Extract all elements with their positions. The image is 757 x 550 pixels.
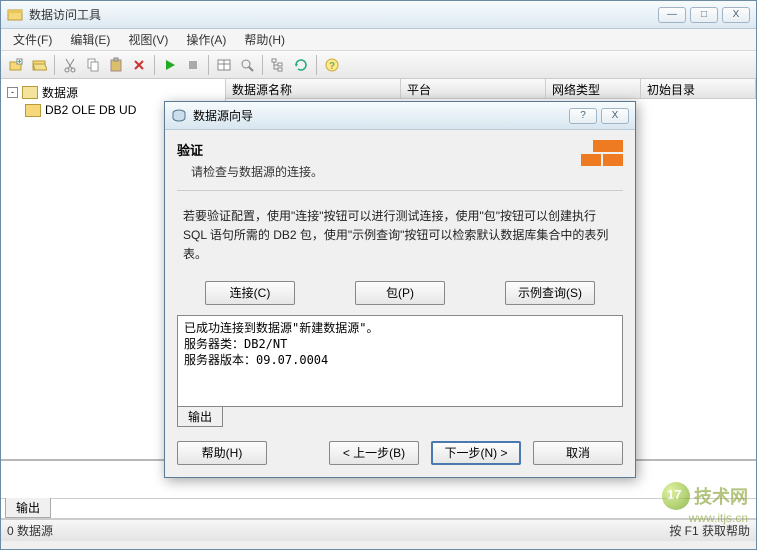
dialog-titlebar: 数据源向导 ? X [165,102,635,130]
toolbar-run-icon[interactable] [159,54,181,76]
bottom-tabs: 输出 [1,499,756,519]
svg-text:?: ? [329,61,335,72]
dialog-help-button[interactable]: ? [569,108,597,124]
window-controls: — □ X [658,7,750,23]
wizard-dialog: 数据源向导 ? X 验证 请检查与数据源的连接。 若要验证配置，使用"连接"按钮… [164,101,636,478]
statusbar: 0 数据源 按 F1 获取帮助 [1,519,756,541]
toolbar-stop-icon[interactable] [182,54,204,76]
window-title: 数据访问工具 [29,6,658,23]
grid-header: 数据源名称 平台 网络类型 初始目录 [226,79,756,99]
dialog-title: 数据源向导 [193,107,569,124]
menu-view[interactable]: 视图(V) [120,29,176,50]
toolbar: ? [1,51,756,79]
column-name[interactable]: 数据源名称 [226,79,401,98]
output-tab[interactable]: 输出 [177,406,223,427]
action-button-row: 连接(C) 包(P) 示例查询(S) [177,281,623,305]
package-button[interactable]: 包(P) [355,281,445,305]
toolbar-cut-icon[interactable] [59,54,81,76]
folder-open-icon [22,86,38,99]
cancel-button[interactable]: 取消 [533,441,623,465]
toolbar-help-icon[interactable]: ? [321,54,343,76]
dialog-description: 若要验证配置，使用"连接"按钮可以进行测试连接，使用"包"按钮可以创建执行 SQ… [177,191,623,275]
titlebar: 数据访问工具 — □ X [1,1,756,29]
tree-root-label: 数据源 [42,84,78,101]
tab-output[interactable]: 输出 [5,498,51,518]
toolbar-table-icon[interactable] [213,54,235,76]
help-button[interactable]: 帮助(H) [177,441,267,465]
column-nettype[interactable]: 网络类型 [546,79,641,98]
folder-icon [25,104,41,117]
toolbar-open-icon[interactable] [28,54,50,76]
toolbar-delete-icon[interactable] [128,54,150,76]
main-window: 数据访问工具 — □ X 文件(F) 编辑(E) 视图(V) 操作(A) 帮助(… [0,0,757,550]
dialog-footer: 帮助(H) < 上一步(B) 下一步(N) > 取消 [177,441,623,465]
dialog-close-button[interactable]: X [601,108,629,124]
menu-file[interactable]: 文件(F) [5,29,60,50]
column-platform[interactable]: 平台 [401,79,546,98]
toolbar-new-icon[interactable] [5,54,27,76]
status-left: 0 数据源 [7,522,53,539]
next-button[interactable]: 下一步(N) > [431,441,521,465]
app-icon [7,7,23,23]
brand-icon [575,140,623,178]
dialog-subheading: 请检查与数据源的连接。 [177,163,323,180]
maximize-button[interactable]: □ [690,7,718,23]
column-initcat[interactable]: 初始目录 [641,79,756,98]
menu-operate[interactable]: 操作(A) [178,29,234,50]
back-button[interactable]: < 上一步(B) [329,441,419,465]
status-right: 按 F1 获取帮助 [669,522,750,539]
sample-query-button[interactable]: 示例查询(S) [505,281,595,305]
dialog-heading: 验证 [177,140,323,159]
tree-item-label: DB2 OLE DB UD [45,103,136,117]
toolbar-paste-icon[interactable] [105,54,127,76]
toolbar-copy-icon[interactable] [82,54,104,76]
collapse-icon[interactable]: - [7,87,18,98]
toolbar-refresh-icon[interactable] [290,54,312,76]
tree-root[interactable]: - 数据源 [5,83,221,101]
menu-edit[interactable]: 编辑(E) [62,29,118,50]
connect-button[interactable]: 连接(C) [205,281,295,305]
toolbar-query-icon[interactable] [236,54,258,76]
menu-help[interactable]: 帮助(H) [236,29,293,50]
dialog-icon [171,108,187,124]
close-button[interactable]: X [722,7,750,23]
toolbar-tree-icon[interactable] [267,54,289,76]
dialog-header: 验证 请检查与数据源的连接。 [177,140,623,191]
output-textbox[interactable]: 已成功连接到数据源"新建数据源"。 服务器类：DB2/NT 服务器版本：09.0… [177,315,623,407]
minimize-button[interactable]: — [658,7,686,23]
menubar: 文件(F) 编辑(E) 视图(V) 操作(A) 帮助(H) [1,29,756,51]
